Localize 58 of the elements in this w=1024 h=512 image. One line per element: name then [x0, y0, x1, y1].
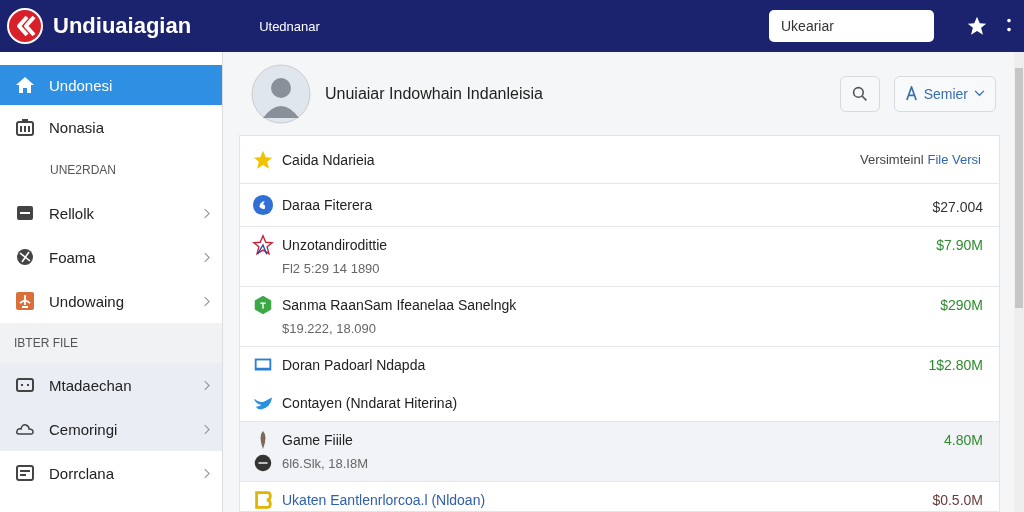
badge-icon: [252, 194, 274, 216]
sidebar-item[interactable]: Mtadaechan: [0, 363, 222, 407]
scroll-thumb[interactable]: [1015, 68, 1023, 308]
star-outline-icon: [252, 234, 274, 256]
bracket-icon: [252, 489, 274, 511]
ball-icon: [15, 247, 35, 267]
row-title: Ukaten Eantlenrlorcoa.l (Nldoan): [282, 492, 486, 508]
sidebar-item[interactable]: Cemoringi: [0, 407, 222, 451]
scrollbar[interactable]: [1014, 52, 1024, 512]
nav-link[interactable]: Utednanar: [259, 18, 320, 34]
row-subtitle: Fl2 5:29 14 1890: [282, 260, 380, 276]
row-amount: $0.5.0M: [932, 491, 983, 508]
row-title: Daraa Fiterera: [282, 197, 373, 213]
app-title: Undiuaiagian: [53, 13, 192, 39]
row-title: Sanma RaanSam Ifeanelaa Sanelngk: [282, 297, 517, 313]
row-amount: 4.80M: [944, 431, 983, 448]
version-label: Versimteinl: [859, 152, 924, 167]
avatar: [251, 63, 311, 124]
list-row[interactable]: Sanma RaanSam Ifeanelaa Sanelngk $19.222, 18.090 $290M: [240, 287, 999, 347]
user-button[interactable]: Semier: [893, 75, 996, 112]
list-row[interactable]: Game Fiiile 6l6.Slk, 18.I8M 4.80M: [240, 422, 999, 482]
row-amount: $7.90M: [936, 236, 983, 253]
row-subtitle: $19.222, 18.090: [282, 320, 376, 336]
chevron-icon: [974, 90, 985, 97]
row-amount: $27.004: [932, 197, 983, 215]
building-icon: [15, 117, 35, 137]
row-amount: $290M: [940, 296, 983, 313]
sidebar-item[interactable]: Undowaing: [0, 279, 222, 323]
list-title: Caida Ndarieia: [282, 151, 375, 168]
plane-icon: [15, 291, 35, 311]
section-heading: UNE2RDAN: [49, 162, 117, 179]
search-icon: [851, 85, 868, 102]
search-button[interactable]: [839, 75, 880, 112]
search-field[interactable]: Ukeariar: [769, 10, 934, 42]
version-link[interactable]: File Versi: [927, 152, 981, 167]
list-row[interactable]: Unzotandirodittie Fl2 5:29 14 1890 $7.90M: [240, 227, 999, 287]
screen-icon: [15, 375, 35, 395]
list-row[interactable]: Ukaten Eantlenrlorcoa.l (Nldoan) $0.5.0M: [240, 482, 999, 511]
document-icon: [15, 463, 35, 483]
list-row[interactable]: Daraa Fiterera $27.004: [240, 184, 999, 227]
row-title: Contayen (Nndarat Hiterina): [282, 395, 458, 411]
row-amount: 1$2.80M: [928, 356, 983, 373]
sidebar-item[interactable]: Foama: [0, 235, 222, 279]
profile-name: Unuiaiar Indowhain Indanleisia: [325, 84, 543, 103]
sidebar-item[interactable]: Dorrclana: [0, 451, 222, 495]
section-heading: IBTER FILE: [0, 323, 222, 363]
user-icon: [904, 86, 918, 101]
card-icon: [15, 203, 35, 223]
row-title: Game Fiiile: [282, 432, 353, 448]
row-title: Unzotandirodittie: [282, 237, 388, 253]
home-icon: [15, 75, 35, 95]
sidebar-item[interactable]: Rellolk: [0, 191, 222, 235]
sidebar-item[interactable]: Nonasia: [0, 105, 222, 149]
row-title: Doran Padoarl Ndapda: [282, 357, 426, 373]
logo-icon: [7, 8, 43, 44]
row-subtitle: 6l6.Slk, 18.I8M: [282, 455, 368, 471]
cube-icon: [252, 294, 274, 316]
star-icon[interactable]: [966, 15, 988, 37]
